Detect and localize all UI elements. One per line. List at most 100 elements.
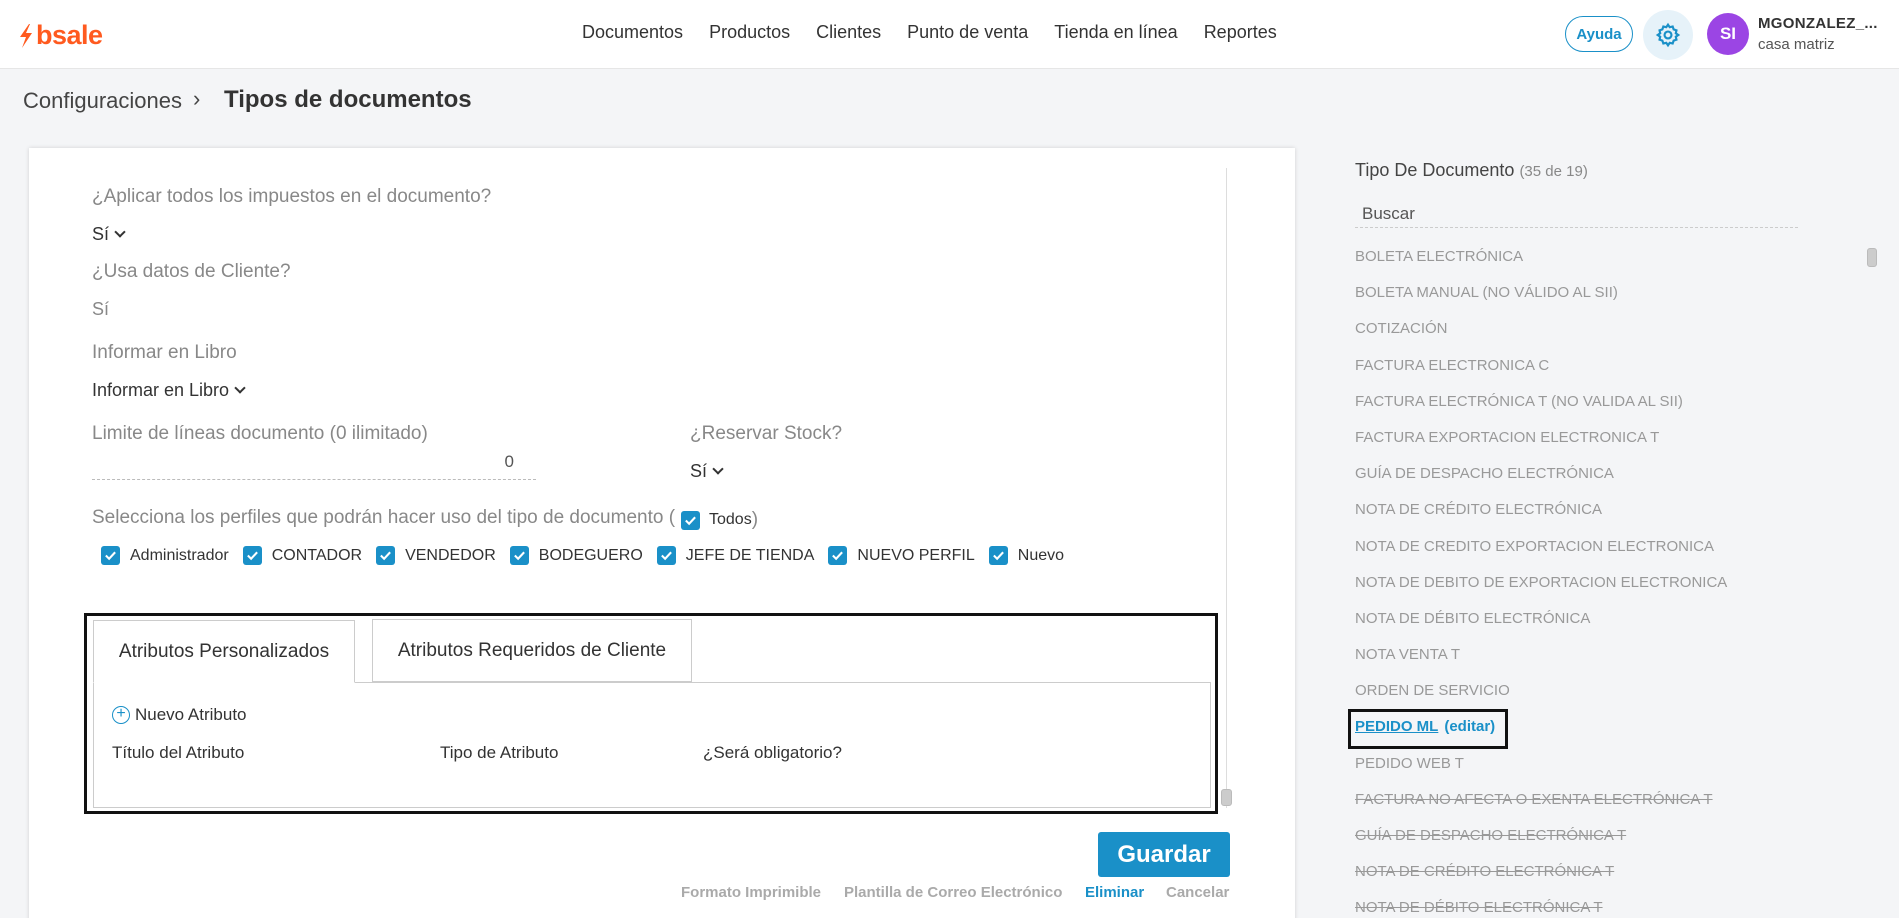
checkbox-checked-icon	[509, 546, 529, 565]
chevron-down-icon	[114, 226, 126, 238]
profile-label: VENDEDOR	[405, 546, 496, 564]
profiles-list: Administrador CONTADOR VENDEDOR BODEGUER…	[101, 546, 1078, 565]
profile-checkbox-nuevo-perfil[interactable]: NUEVO PERFIL	[828, 546, 975, 565]
tab-atributos-personalizados[interactable]: Atributos Personalizados	[93, 620, 355, 683]
brand-name: bsale	[36, 20, 103, 50]
profile-all-label: Todos	[709, 511, 752, 528]
breadcrumb-separator: ›	[193, 86, 201, 111]
doc-type-name: FACTURA ELECTRONICA C	[1355, 356, 1550, 374]
profile-checkbox-vendedor[interactable]: VENDEDOR	[376, 546, 496, 565]
form-scrollbar-thumb[interactable]	[1221, 789, 1232, 806]
profiles-label: Selecciona los perfiles que podrán hacer…	[92, 507, 676, 528]
profile-label: CONTADOR	[271, 546, 363, 564]
doc-type-item[interactable]: NOTA DE CREDITO EXPORTACION ELECTRONICA	[1355, 538, 1727, 574]
line-limit-input[interactable]: 0	[92, 452, 536, 480]
doc-type-name: NOTA DE CRÉDITO ELECTRÓNICA T	[1355, 863, 1615, 881]
doc-type-item[interactable]: FACTURA NO AFECTA O EXENTA ELECTRÓNICA T	[1355, 791, 1727, 827]
doc-types-count: (35 de 19)	[1519, 163, 1588, 180]
doc-types-list: BOLETA ELECTRÓNICA BOLETA MANUAL (NO VÁLI…	[1355, 248, 1727, 918]
checkbox-checked-icon	[656, 546, 676, 565]
chevron-down-icon	[234, 382, 246, 394]
doc-type-item[interactable]: COTIZACIÓN	[1355, 320, 1727, 356]
save-button[interactable]: Guardar	[1098, 832, 1230, 877]
doc-type-item[interactable]: BOLETA MANUAL (NO VÁLIDO AL SII)	[1355, 284, 1727, 320]
doc-type-name: NOTA DE DEBITO DE EXPORTACION ELECTRONIC…	[1355, 573, 1728, 591]
nav-clientes[interactable]: Clientes	[816, 22, 881, 43]
doc-type-item[interactable]: NOTA DE DÉBITO ELECTRÓNICA	[1355, 610, 1727, 646]
doc-type-name: NOTA VENTA T	[1355, 646, 1461, 664]
user-name[interactable]: MGONZALEZ_...	[1758, 15, 1878, 32]
doc-type-name: PEDIDO WEB T	[1355, 754, 1464, 772]
doc-type-name: NOTA DE CREDITO EXPORTACION ELECTRONICA	[1355, 537, 1714, 555]
avatar[interactable]: SI	[1707, 13, 1749, 55]
doc-type-name: NOTA DE DÉBITO ELECTRÓNICA	[1355, 609, 1591, 627]
doc-types-title-text: Tipo De Documento	[1355, 160, 1515, 180]
nav-productos[interactable]: Productos	[709, 22, 790, 43]
column-header-required: ¿Será obligatorio?	[703, 743, 842, 762]
doc-type-item[interactable]: NOTA DE CRÉDITO ELECTRÓNICA T	[1355, 863, 1727, 899]
help-button[interactable]: Ayuda	[1565, 16, 1633, 52]
doc-types-search-input[interactable]: Buscar	[1355, 204, 1798, 228]
doc-type-item[interactable]: FACTURA EXPORTACION ELECTRONICA T	[1355, 429, 1727, 465]
doc-type-name: GUÍA DE DESPACHO ELECTRÓNICA T	[1355, 827, 1627, 844]
checkbox-checked-icon	[988, 546, 1008, 565]
profile-label: Administrador	[130, 546, 229, 564]
taxes-select[interactable]: Sí	[92, 224, 126, 245]
bolt-icon	[20, 23, 32, 48]
doc-type-name: FACTURA EXPORTACION ELECTRONICA T	[1355, 428, 1660, 446]
doc-type-item[interactable]: GUÍA DE DESPACHO ELECTRÓNICA	[1355, 465, 1727, 501]
checkbox-checked-icon	[101, 546, 120, 565]
nav-reportes[interactable]: Reportes	[1204, 22, 1277, 43]
doc-type-item[interactable]: NOTA DE CRÉDITO ELECTRÓNICA	[1355, 501, 1727, 537]
doc-type-name: NOTA DE DÉBITO ELECTRÓNICA T	[1355, 899, 1603, 917]
tab-atributos-requeridos-cliente[interactable]: Atributos Requeridos de Cliente	[372, 619, 692, 682]
form-scrollbar-track	[1226, 168, 1227, 808]
breadcrumb-configuraciones[interactable]: Configuraciones	[23, 88, 182, 114]
add-circle-icon: +	[112, 706, 130, 724]
doc-types-title: Tipo De Documento (35 de 19)	[1355, 160, 1588, 181]
profile-checkbox-administrador[interactable]: Administrador	[101, 546, 229, 565]
email-template-link[interactable]: Plantilla de Correo Electrónico	[844, 884, 1062, 901]
nav-tienda-en-linea[interactable]: Tienda en línea	[1054, 22, 1177, 43]
page-title: Tipos de documentos	[224, 86, 472, 113]
profile-checkbox-jefe-de-tienda[interactable]: JEFE DE TIENDA	[656, 546, 814, 565]
doc-type-item[interactable]: GUÍA DE DESPACHO ELECTRÓNICA T	[1355, 827, 1727, 863]
doc-type-name: FACTURA NO AFECTA O EXENTA ELECTRÓNICA T	[1355, 790, 1713, 808]
doc-type-item[interactable]: NOTA DE DÉBITO ELECTRÓNICA T	[1355, 899, 1727, 918]
doc-type-item[interactable]: PEDIDO WEB T	[1355, 755, 1727, 791]
book-select[interactable]: Informar en Libro	[92, 380, 246, 401]
profile-checkbox-nuevo[interactable]: Nuevo	[988, 546, 1065, 565]
checkbox-checked-icon	[376, 546, 396, 565]
brand-logo[interactable]: bsale	[18, 20, 103, 51]
doc-types-scrollbar-thumb[interactable]	[1867, 248, 1877, 267]
profile-all-checkbox[interactable]: Todos)	[681, 509, 758, 531]
doc-type-item[interactable]: NOTA DE DEBITO DE EXPORTACION ELECTRONIC…	[1355, 574, 1727, 610]
gear-icon	[1655, 22, 1681, 48]
doc-type-item[interactable]: FACTURA ELECTRONICA C	[1355, 357, 1727, 393]
main-nav: Documentos Productos Clientes Punto de v…	[582, 22, 1303, 43]
profile-label: Nuevo	[1017, 546, 1065, 564]
stock-select[interactable]: Sí	[690, 461, 724, 482]
new-attribute-button[interactable]: + Nuevo Atributo	[112, 705, 247, 725]
profile-checkbox-bodeguero[interactable]: BODEGUERO	[509, 546, 643, 565]
nav-punto-de-venta[interactable]: Punto de venta	[907, 22, 1028, 43]
doc-type-name: COTIZACIÓN	[1355, 320, 1448, 338]
user-branch: casa matriz	[1758, 36, 1835, 53]
column-header-title: Título del Atributo	[112, 743, 245, 762]
selected-item-highlight	[1348, 709, 1508, 749]
profile-label: BODEGUERO	[538, 546, 643, 564]
new-attribute-label: Nuevo Atributo	[135, 705, 247, 724]
settings-button[interactable]	[1643, 10, 1693, 60]
doc-type-name: NOTA DE CRÉDITO ELECTRÓNICA	[1355, 501, 1602, 519]
profile-checkbox-contador[interactable]: CONTADOR	[242, 546, 363, 565]
cancel-link[interactable]: Cancelar	[1166, 884, 1229, 901]
doc-type-item[interactable]: FACTURA ELECTRÓNICA T (NO VALIDA AL SII)	[1355, 393, 1727, 429]
delete-link[interactable]: Eliminar	[1085, 884, 1144, 901]
print-format-link[interactable]: Formato Imprimible	[681, 884, 821, 901]
doc-type-item[interactable]: NOTA VENTA T	[1355, 646, 1727, 682]
top-bar: bsale Documentos Productos Clientes Punt…	[0, 0, 1899, 69]
nav-documentos[interactable]: Documentos	[582, 22, 683, 43]
doc-type-name: ORDEN DE SERVICIO	[1355, 682, 1510, 700]
doc-type-item[interactable]: BOLETA ELECTRÓNICA	[1355, 248, 1727, 284]
client-data-label: ¿Usa datos de Cliente?	[92, 261, 291, 282]
